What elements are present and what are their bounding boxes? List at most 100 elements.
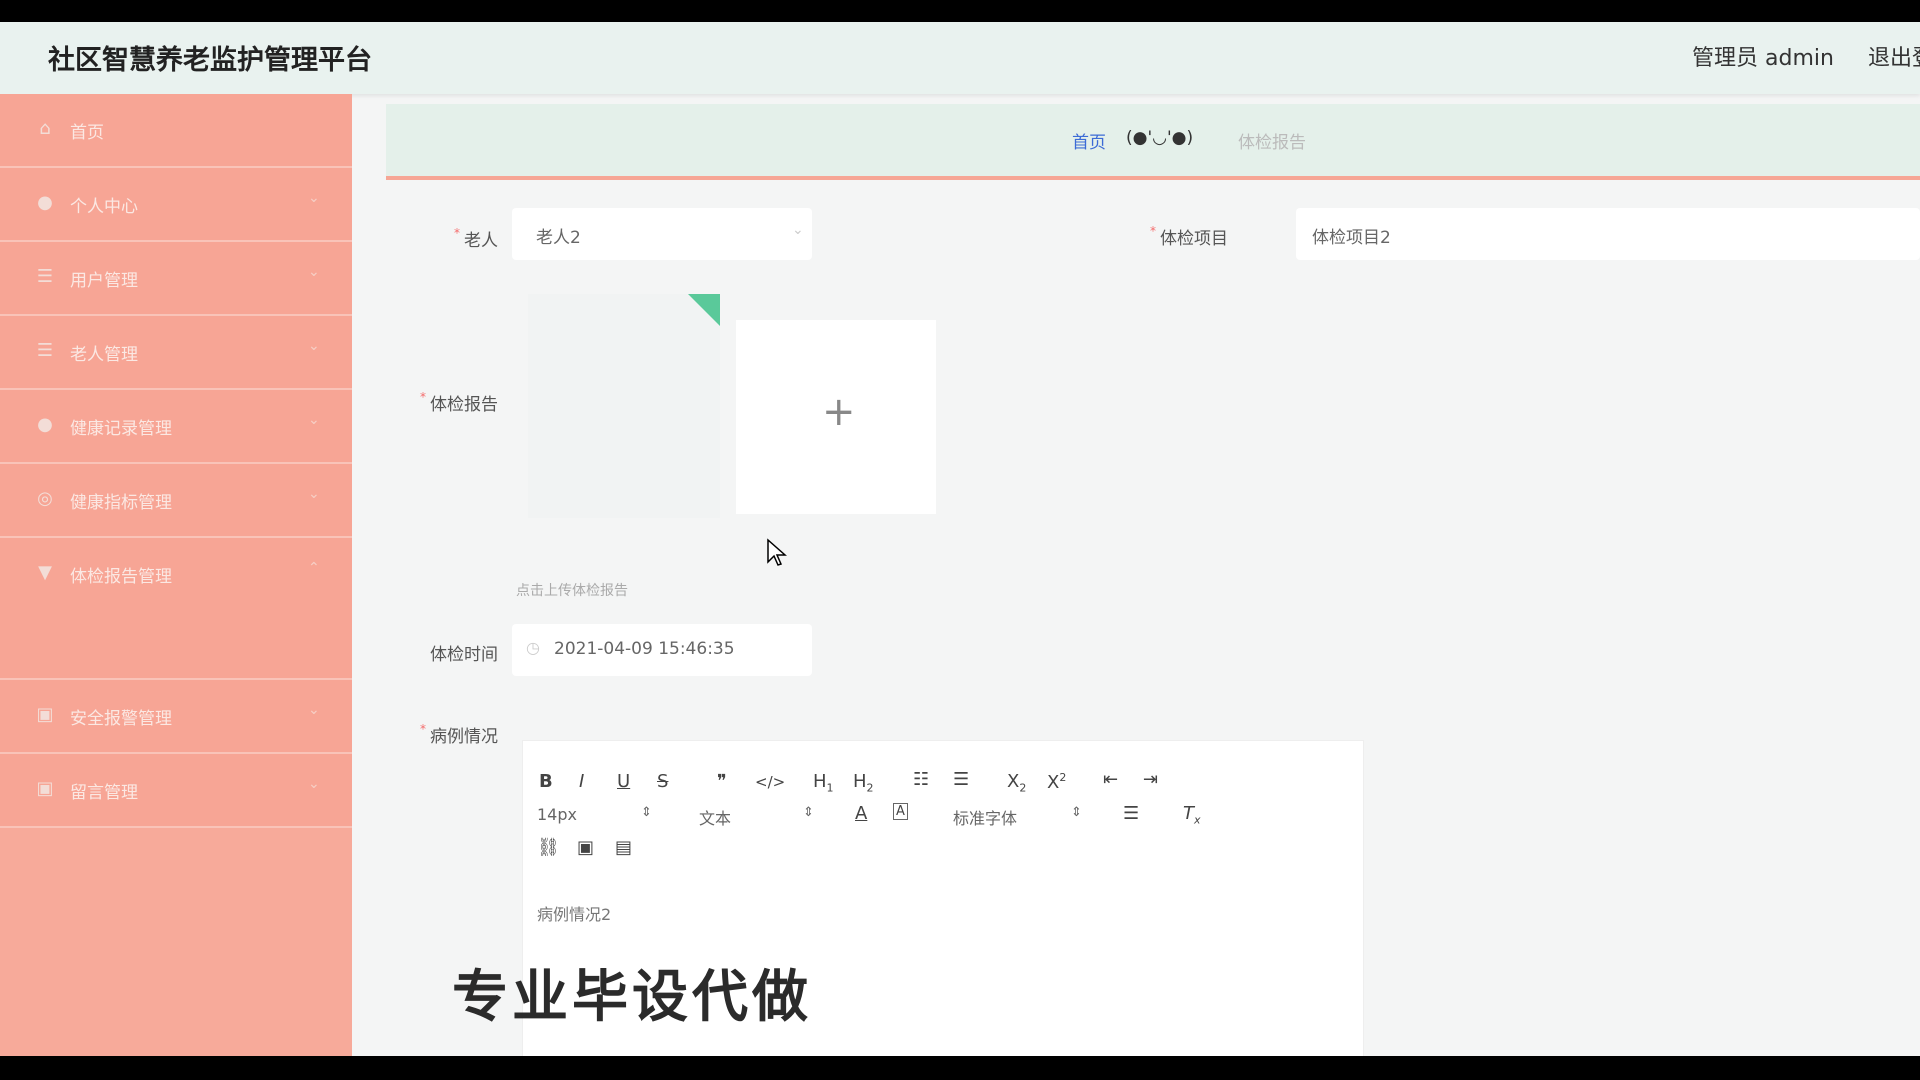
required-mark: *: [420, 722, 426, 736]
underline-button[interactable]: U: [617, 771, 630, 792]
case-label-text: 病例情况: [430, 727, 498, 747]
font-color-icon[interactable]: A: [855, 803, 867, 824]
select-arrows-icon: ⇕: [641, 805, 652, 820]
sidebar-item-home[interactable]: ⌂ 首页: [0, 94, 352, 168]
code-block-button[interactable]: </>: [755, 773, 785, 791]
select-arrows-icon: ⇕: [803, 805, 814, 820]
app-title: 社区智慧养老监护管理平台: [48, 45, 372, 76]
chevron-down-icon: ⌄: [308, 702, 320, 718]
required-mark: *: [454, 226, 460, 240]
editor-content[interactable]: 病例情况2: [537, 901, 611, 925]
project-label-text: 体检项目: [1160, 229, 1228, 249]
font-family-select[interactable]: 标准字体: [953, 805, 1017, 829]
sidebar-item-label: 留言管理: [70, 783, 138, 803]
case-label: * 病例情况: [378, 722, 498, 747]
elder-select-value: 老人2: [536, 228, 581, 248]
sidebar-item-exam-report[interactable]: ▼ 体检报告管理 ⌃: [0, 538, 352, 680]
font-size-select[interactable]: 14px: [537, 805, 577, 824]
circle-icon: ◎: [37, 488, 53, 509]
bottom-letterbox: [0, 1056, 1920, 1080]
corner-badge: [688, 294, 720, 326]
bullet-list-icon[interactable]: ☰: [953, 769, 969, 790]
h2-button[interactable]: H2: [853, 771, 874, 795]
background-color-icon[interactable]: A: [893, 803, 908, 820]
clock-icon: ◷: [526, 638, 540, 657]
project-input-value: 体检项目2: [1312, 228, 1391, 248]
align-icon[interactable]: ☰: [1123, 803, 1139, 824]
box-icon: ▣: [36, 778, 54, 799]
admin-user-label: 管理员 admin: [1692, 46, 1834, 71]
required-mark: *: [1150, 224, 1156, 238]
plus-icon: +: [822, 389, 856, 435]
video-icon[interactable]: ▤: [615, 837, 632, 858]
sidebar-item-label: 健康记录管理: [70, 419, 172, 439]
chevron-down-icon: ⌄: [308, 338, 320, 354]
app-screen: 社区智慧养老监护管理平台 管理员 admin 退出登录 ⌂ 首页 ● 个人中心 …: [0, 22, 1920, 1056]
list-icon: ☰: [36, 340, 54, 361]
sidebar-item-label: 体检报告管理: [70, 567, 172, 587]
time-label-text: 体检时间: [430, 645, 498, 665]
report-label: * 体检报告: [378, 390, 498, 415]
text-type-select[interactable]: 文本: [699, 805, 731, 829]
elder-select[interactable]: 老人2 ⌄: [512, 208, 812, 260]
chevron-down-icon: ⌄: [308, 412, 320, 428]
logout-button[interactable]: 退出登录: [1868, 40, 1920, 72]
sidebar-item-health-record[interactable]: ● 健康记录管理 ⌄: [0, 390, 352, 464]
subscript-button[interactable]: X2: [1007, 771, 1026, 795]
project-input[interactable]: 体检项目2: [1296, 208, 1920, 260]
user-icon: ●: [37, 414, 53, 435]
chevron-down-icon: ⌄: [308, 486, 320, 502]
pin-icon: ▼: [38, 562, 52, 583]
superscript-button[interactable]: X2: [1047, 771, 1066, 793]
sidebar-item-elder-management[interactable]: ☰ 老人管理 ⌄: [0, 316, 352, 390]
sidebar-item-label: 首页: [70, 123, 104, 143]
sidebar-item-health-index[interactable]: ◎ 健康指标管理 ⌄: [0, 464, 352, 538]
chevron-down-icon: ⌄: [308, 190, 320, 206]
chevron-down-icon: ⌄: [308, 264, 320, 280]
quote-button[interactable]: ❞: [717, 771, 727, 792]
mouse-cursor-icon: [767, 538, 787, 566]
report-label-text: 体检报告: [430, 395, 498, 415]
report-image-preview[interactable]: [528, 294, 720, 518]
sidebar-item-message[interactable]: ▣ 留言管理 ⌄: [0, 754, 352, 828]
select-arrows-icon: ⇕: [1071, 805, 1082, 820]
sidebar-item-label: 老人管理: [70, 345, 138, 365]
time-label: 体检时间: [378, 640, 498, 665]
bold-button[interactable]: B: [539, 771, 553, 792]
required-mark: *: [420, 390, 426, 404]
sidebar-item-label: 个人中心: [70, 197, 138, 217]
link-icon[interactable]: ⛓: [537, 837, 560, 858]
indent-icon[interactable]: ⇥: [1143, 769, 1158, 790]
sidebar-item-personal-center[interactable]: ● 个人中心 ⌄: [0, 168, 352, 242]
watermark: 专业毕设代做: [452, 965, 812, 1030]
list-icon: ☰: [36, 266, 54, 287]
main-content: 首页 (●'◡'●) 体检报告 * 老人 老人2 ⌄ * 体检项目 体检项目2 * 体…: [352, 94, 1920, 1056]
top-header: 社区智慧养老监护管理平台 管理员 admin 退出登录: [0, 22, 1920, 94]
ordered-list-icon[interactable]: ☷: [913, 769, 929, 790]
breadcrumb-emoticon: (●'◡'●): [1126, 128, 1194, 148]
h1-button[interactable]: H1: [813, 771, 834, 795]
sidebar-item-user-management[interactable]: ☰ 用户管理 ⌄: [0, 242, 352, 316]
home-icon: ⌂: [39, 118, 51, 139]
sidebar-item-safety-alarm[interactable]: ▣ 安全报警管理 ⌄: [0, 680, 352, 754]
time-picker-value: 2021-04-09 15:46:35: [554, 639, 735, 659]
sidebar-item-label: 健康指标管理: [70, 493, 172, 513]
user-icon: ●: [37, 192, 53, 213]
breadcrumb-current: 体检报告: [1238, 133, 1306, 153]
elder-label-text: 老人: [464, 231, 498, 251]
italic-button[interactable]: I: [579, 771, 584, 792]
time-picker[interactable]: ◷ 2021-04-09 15:46:35: [512, 624, 812, 676]
sidebar-item-label: 用户管理: [70, 271, 138, 291]
image-icon[interactable]: ▣: [577, 837, 594, 858]
clear-format-icon[interactable]: Tx: [1183, 803, 1201, 827]
breadcrumb-home-link[interactable]: 首页: [1072, 128, 1106, 153]
elder-label: * 老人: [378, 226, 498, 251]
project-label: * 体检项目: [1108, 224, 1228, 249]
chevron-down-icon: ⌄: [308, 776, 320, 792]
sidebar: ⌂ 首页 ● 个人中心 ⌄ ☰ 用户管理 ⌄ ☰ 老人管理 ⌄ ● 健康记录管理…: [0, 94, 352, 1056]
box-icon: ▣: [36, 704, 54, 725]
upload-button[interactable]: +: [736, 320, 936, 514]
strike-button[interactable]: S: [657, 771, 668, 792]
outdent-icon[interactable]: ⇤: [1103, 769, 1118, 790]
chevron-down-icon: ⌄: [792, 222, 804, 238]
